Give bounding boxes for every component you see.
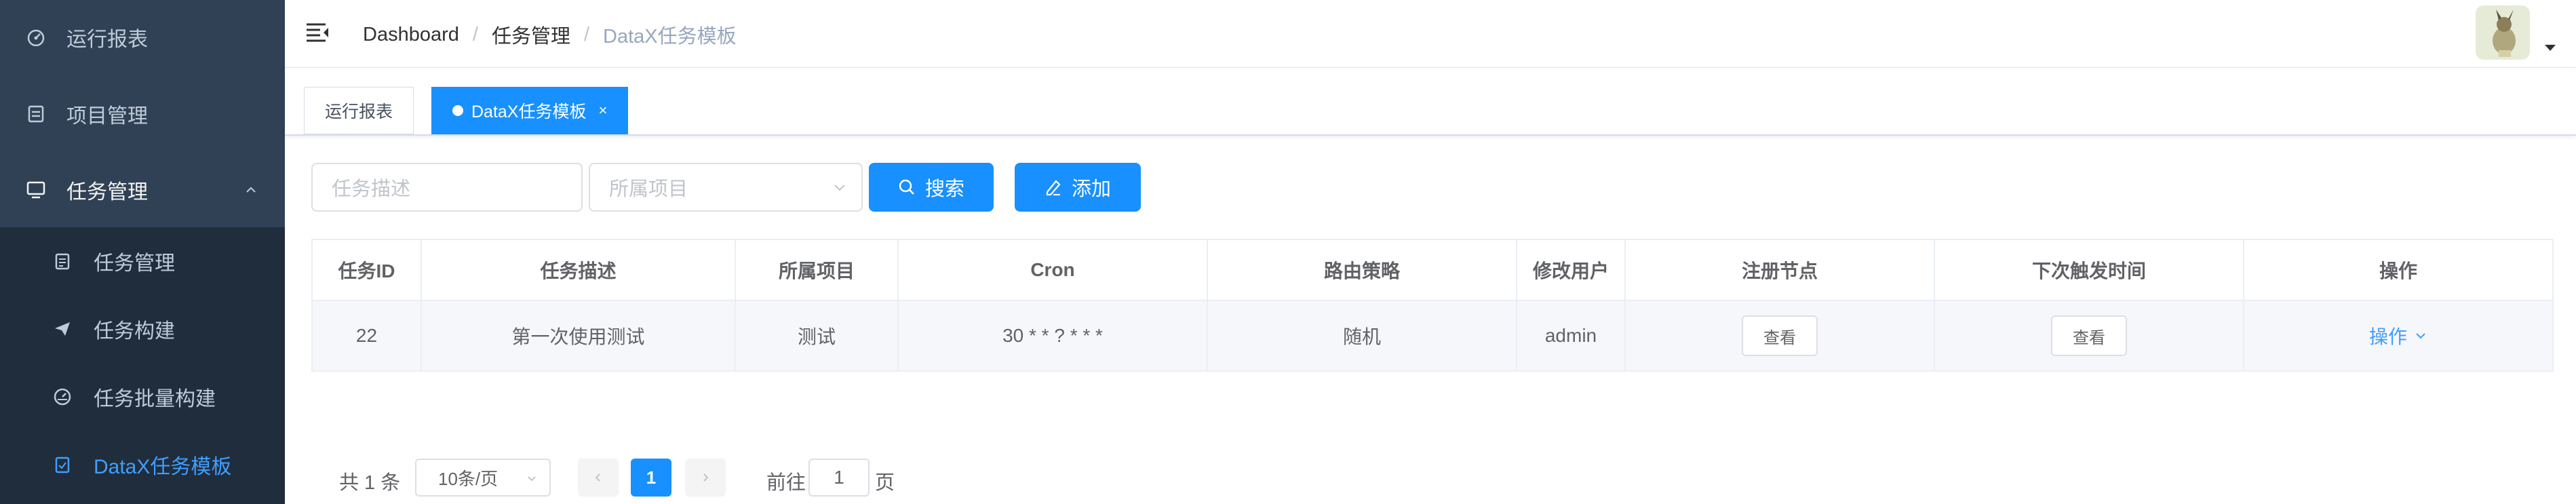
cell-id: 22 <box>313 301 422 370</box>
add-label: 添加 <box>1071 178 1111 200</box>
breadcrumb-item: DataX任务模板 <box>603 26 737 47</box>
view-next-trigger-button[interactable]: 查看 <box>2051 315 2127 356</box>
submenu-item-datax-template[interactable]: DataX任务模板 <box>0 431 285 499</box>
goto-page-input[interactable]: 1 <box>808 459 870 497</box>
sidebar: 运行报表 项目管理 任务管理 任务管理 任务构建 任务批量构建 DataX任务模… <box>0 0 285 504</box>
tag-dashboard[interactable]: 运行报表 <box>304 87 414 134</box>
sidebar-item-label: 运行报表 <box>66 28 148 51</box>
chevron-down-icon <box>2416 333 2425 339</box>
search-button[interactable]: 搜索 <box>869 163 994 212</box>
column-header: 下次触发时间 <box>1935 240 2244 301</box>
column-header: 操作 <box>2244 240 2552 301</box>
page-size-label: 10条/页 <box>438 468 499 489</box>
search-label: 搜索 <box>924 178 964 200</box>
column-header: 修改用户 <box>1517 240 1626 301</box>
tag-datax-template[interactable]: DataX任务模板 × <box>431 87 629 134</box>
navbar: Dashboard / 任务管理 / DataX任务模板 <box>285 0 2576 68</box>
task-icon <box>53 252 72 271</box>
cell-cron: 30 * * ? * * * <box>899 301 1208 370</box>
batch-icon <box>53 387 72 406</box>
avatar[interactable] <box>2476 5 2530 60</box>
breadcrumb-item: 任务管理 <box>491 26 570 47</box>
submenu: 任务管理 任务构建 任务批量构建 DataX任务模板 <box>0 227 285 504</box>
send-icon <box>53 319 72 338</box>
active-dot-icon <box>452 105 463 116</box>
goto-prefix: 前往 <box>766 472 806 494</box>
cell-route: 随机 <box>1208 301 1517 370</box>
sidebar-item-task-management[interactable]: 任务管理 <box>0 156 285 224</box>
desc-input[interactable]: 任务描述 <box>311 163 583 212</box>
tag-label: DataX任务模板 <box>471 102 587 121</box>
sidebar-item-projects[interactable]: 项目管理 <box>0 80 285 148</box>
cell-nodes: 查看 <box>1626 301 1935 370</box>
page-number-button[interactable]: 1 <box>631 459 671 497</box>
chevron-down-icon <box>528 476 536 482</box>
cell-actions: 操作 <box>2244 301 2552 370</box>
column-header: 所属项目 <box>736 240 899 301</box>
total-count: 共 1 条 <box>339 472 401 494</box>
page-size-select[interactable]: 10条/页 <box>415 459 551 497</box>
chevron-left-icon <box>595 473 600 482</box>
submenu-item-label: DataX任务模板 <box>94 456 232 478</box>
submenu-item-batch-build[interactable]: 任务批量构建 <box>0 363 285 431</box>
operations-label: 操作 <box>2368 326 2407 347</box>
view-nodes-button[interactable]: 查看 <box>1742 315 1818 356</box>
sidebar-item-dashboard[interactable]: 运行报表 <box>0 3 285 71</box>
sidebar-item-label: 任务管理 <box>66 181 148 203</box>
project-placeholder: 所属项目 <box>609 178 688 200</box>
cell-desc: 第一次使用测试 <box>422 301 736 370</box>
task-table: 任务ID 任务描述 所属项目 Cron 路由策略 修改用户 注册节点 下次触发时… <box>311 239 2554 372</box>
submenu-item-task-management[interactable]: 任务管理 <box>0 227 285 295</box>
submenu-item-label: 任务批量构建 <box>94 388 216 410</box>
column-header: 任务描述 <box>422 240 736 301</box>
chevron-up-icon <box>246 187 256 193</box>
submenu-item-label: 任务构建 <box>94 320 175 343</box>
cell-user: admin <box>1517 301 1626 370</box>
chevron-down-icon <box>834 185 845 191</box>
breadcrumb: Dashboard / 任务管理 / DataX任务模板 <box>363 20 737 49</box>
cell-project: 测试 <box>736 301 899 370</box>
chevron-right-icon <box>703 473 709 482</box>
next-page-button[interactable] <box>685 459 726 497</box>
tag-label: 运行报表 <box>325 102 393 121</box>
monitor-icon <box>26 180 46 200</box>
caret-down-icon[interactable] <box>2545 45 2556 51</box>
breadcrumb-item[interactable]: Dashboard <box>363 24 459 46</box>
add-button[interactable]: 添加 <box>1015 163 1141 212</box>
goto-suffix: 页 <box>875 472 895 494</box>
desc-placeholder: 任务描述 <box>332 178 411 200</box>
hamburger-icon[interactable] <box>305 20 330 45</box>
project-select[interactable]: 所属项目 <box>589 163 863 212</box>
tags-view: 运行报表 DataX任务模板 × <box>285 68 2576 136</box>
operations-dropdown[interactable]: 操作 <box>2369 322 2427 349</box>
search-icon <box>899 179 914 195</box>
prev-page-button[interactable] <box>578 459 619 497</box>
column-header: 任务ID <box>313 240 422 301</box>
close-icon[interactable]: × <box>598 102 607 119</box>
project-icon <box>26 104 46 124</box>
cell-next-trigger: 查看 <box>1935 301 2244 370</box>
template-icon <box>53 455 72 474</box>
sidebar-item-label: 项目管理 <box>66 105 148 128</box>
submenu-item-task-build[interactable]: 任务构建 <box>0 295 285 363</box>
submenu-item-label: 任务管理 <box>94 252 175 275</box>
column-header: 注册节点 <box>1626 240 1935 301</box>
column-header: 路由策略 <box>1208 240 1517 301</box>
edit-icon <box>1046 180 1061 196</box>
dashboard-icon <box>26 27 46 47</box>
column-header: Cron <box>899 240 1208 301</box>
